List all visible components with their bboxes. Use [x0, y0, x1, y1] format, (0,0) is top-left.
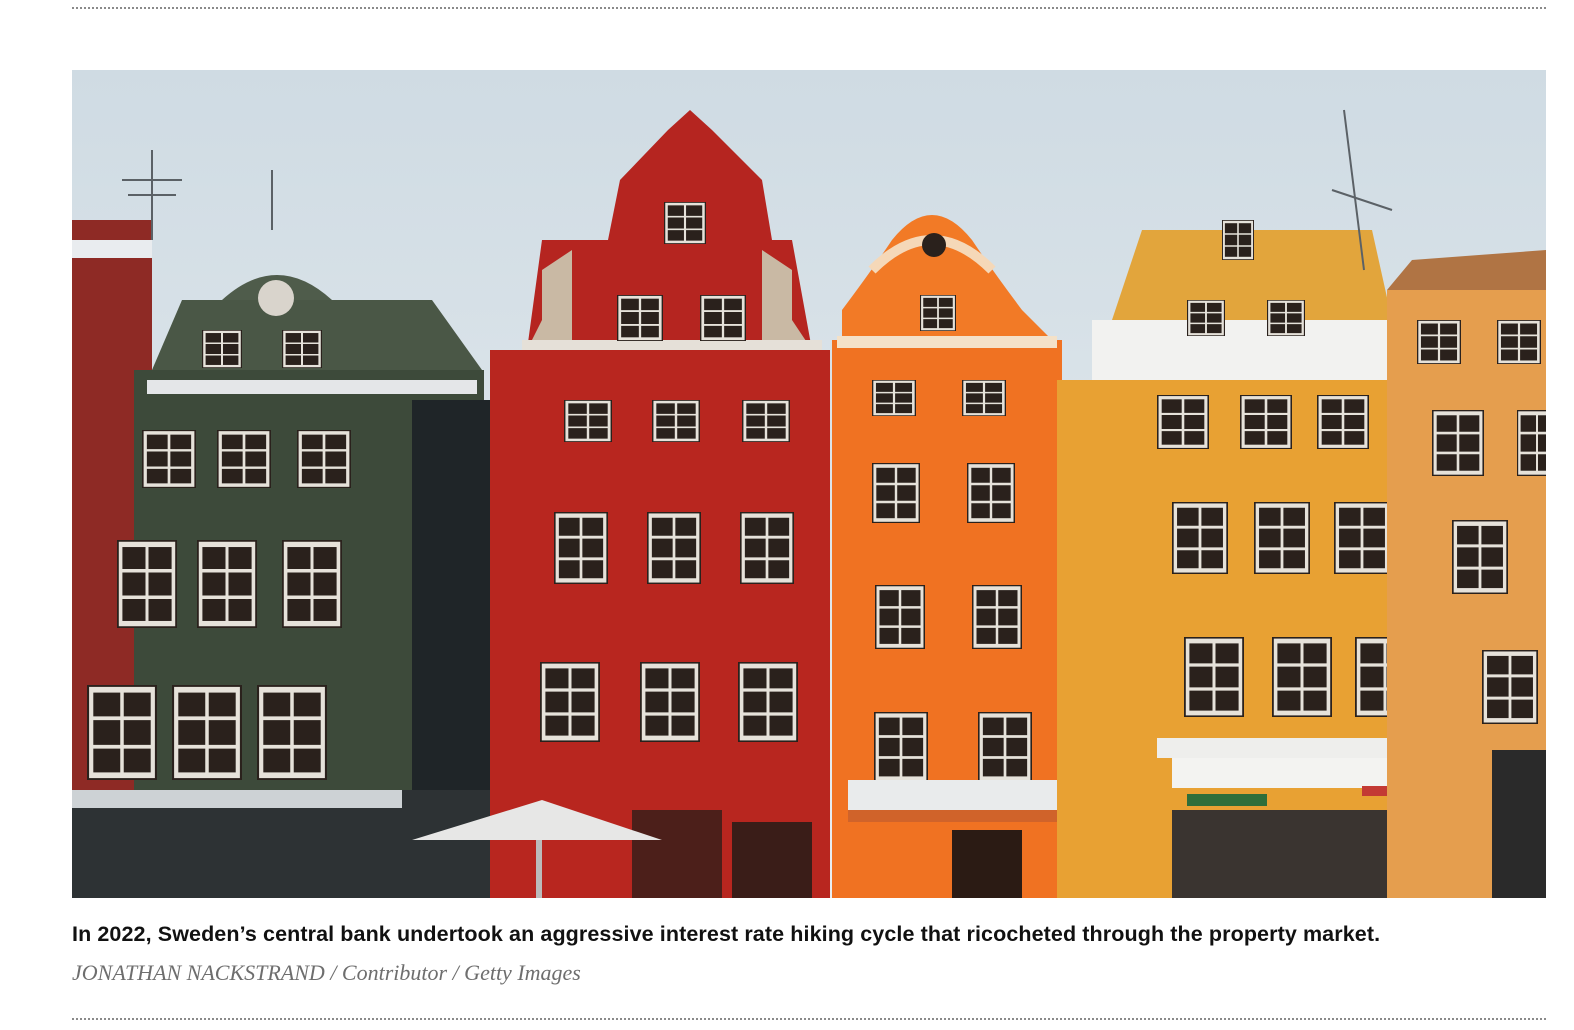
bottom-divider [72, 1018, 1546, 1020]
article-photo [72, 70, 1546, 898]
stockholm-stortorget-photo [72, 70, 1546, 898]
photo-credit: JONATHAN NACKSTRAND / Contributor / Gett… [72, 960, 581, 985]
right-building [1387, 250, 1546, 898]
photo-caption: In 2022, Sweden’s central bank undertook… [72, 922, 1381, 946]
top-divider [72, 7, 1546, 9]
